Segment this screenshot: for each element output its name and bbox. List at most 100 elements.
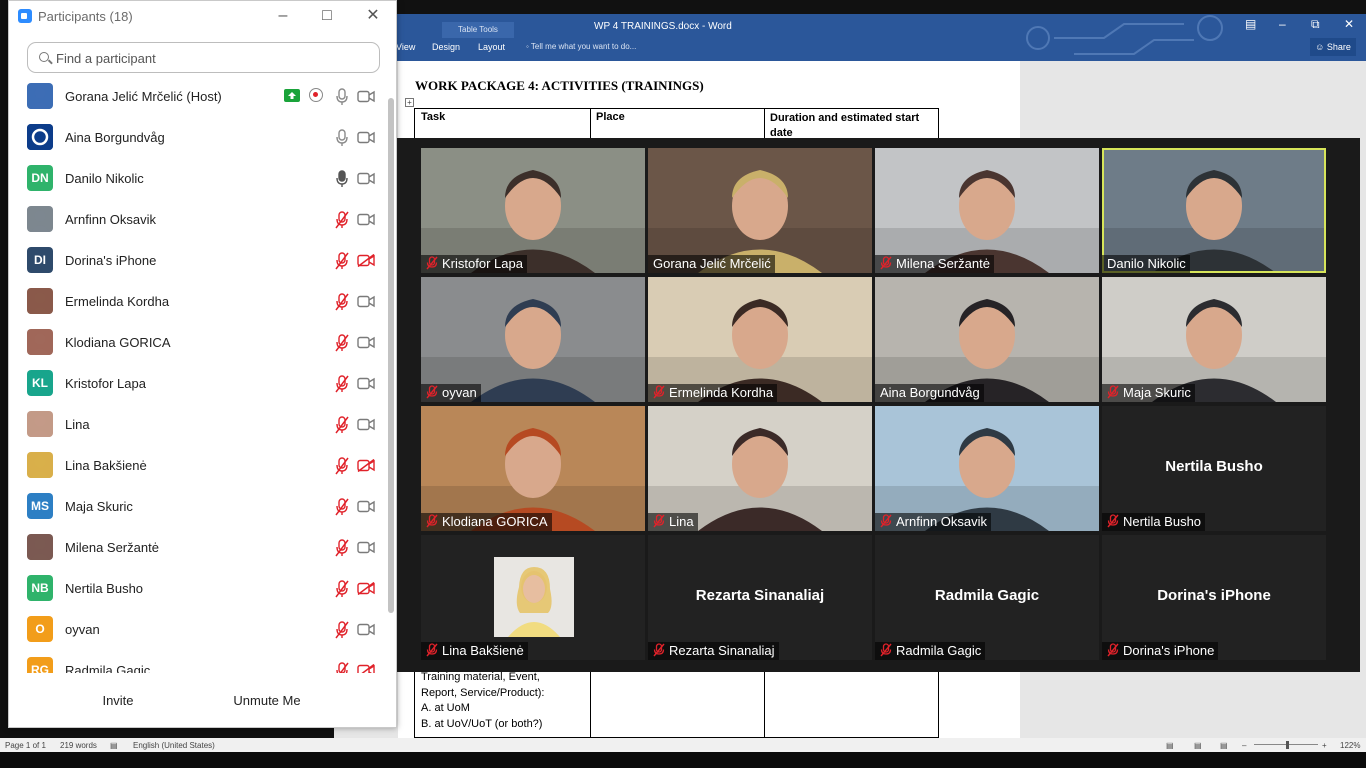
camera-off-icon[interactable] bbox=[357, 458, 375, 473]
video-tile[interactable]: Nertila Busho Nertila Busho bbox=[1102, 406, 1326, 531]
video-tile[interactable]: Danilo Nikolic bbox=[1102, 148, 1326, 273]
video-tile[interactable]: Arnfinn Oksavik bbox=[875, 406, 1099, 531]
camera-icon[interactable] bbox=[357, 131, 375, 144]
zoom-out-icon[interactable]: – bbox=[1242, 741, 1246, 750]
status-page[interactable]: Page 1 of 1 bbox=[5, 741, 46, 750]
participant-row[interactable]: DI Dorina's iPhone bbox=[9, 240, 384, 281]
screen-share-icon[interactable] bbox=[284, 89, 300, 102]
tab-view[interactable]: View bbox=[396, 42, 415, 52]
video-tile[interactable]: Aina Borgundvåg bbox=[875, 277, 1099, 402]
participant-row[interactable]: Lina bbox=[9, 404, 384, 445]
participant-row[interactable]: DN Danilo Nikolic bbox=[9, 158, 384, 199]
video-tile[interactable]: Klodiana GORICA bbox=[421, 406, 645, 531]
participant-name: Klodiana GORICA bbox=[65, 335, 171, 350]
mic-muted-icon[interactable] bbox=[335, 252, 349, 270]
camera-off-icon[interactable] bbox=[357, 253, 375, 268]
status-language[interactable]: English (United States) bbox=[133, 741, 215, 750]
video-tile[interactable]: Kristofor Lapa bbox=[421, 148, 645, 273]
mic-icon[interactable] bbox=[335, 88, 349, 106]
mic-muted-icon[interactable] bbox=[335, 662, 349, 673]
camera-off-icon[interactable] bbox=[357, 663, 375, 673]
camera-icon[interactable] bbox=[357, 295, 375, 308]
video-tile[interactable]: Lina Bakšienė bbox=[421, 535, 645, 660]
search-box[interactable] bbox=[27, 42, 380, 73]
mic-muted-icon[interactable] bbox=[335, 498, 349, 516]
participant-row[interactable]: NB Nertila Busho bbox=[9, 568, 384, 609]
video-tile[interactable]: Ermelinda Kordha bbox=[648, 277, 872, 402]
proofing-icon[interactable]: ▤ bbox=[110, 741, 118, 750]
avatar: O bbox=[27, 616, 53, 642]
video-tile[interactable]: Lina bbox=[648, 406, 872, 531]
video-tile[interactable]: Dorina's iPhone Dorina's iPhone bbox=[1102, 535, 1326, 660]
zoom-slider-thumb[interactable] bbox=[1286, 741, 1289, 749]
tile-name: Nertila Busho bbox=[1123, 514, 1202, 529]
table-move-handle-icon[interactable]: + bbox=[405, 98, 414, 107]
mic-muted-icon[interactable] bbox=[335, 211, 349, 229]
participant-row[interactable]: Ooyvan bbox=[9, 609, 384, 650]
close-icon[interactable]: ✕ bbox=[362, 6, 384, 26]
participant-row[interactable]: Ermelinda Kordha bbox=[9, 281, 384, 322]
maximize-icon[interactable]: □ bbox=[316, 6, 338, 26]
participant-row[interactable]: Milena Seržantė bbox=[9, 527, 384, 568]
camera-icon[interactable] bbox=[357, 541, 375, 554]
camera-icon[interactable] bbox=[357, 172, 375, 185]
tile-display-name: Dorina's iPhone bbox=[1157, 587, 1271, 604]
mic-muted-icon[interactable] bbox=[335, 621, 349, 639]
participant-row[interactable]: RG Radmila Gagic bbox=[9, 650, 384, 673]
video-tile[interactable]: Milena Seržantė bbox=[875, 148, 1099, 273]
camera-icon[interactable] bbox=[357, 213, 375, 226]
mic-muted-icon[interactable] bbox=[335, 580, 349, 598]
close-word-icon[interactable]: ✕ bbox=[1344, 17, 1354, 31]
status-words[interactable]: 219 words bbox=[60, 741, 97, 750]
panel-titlebar[interactable]: Participants (18) – □ ✕ bbox=[9, 1, 396, 31]
participant-row[interactable]: Lina Bakšienė bbox=[9, 445, 384, 486]
mic-icon[interactable] bbox=[335, 129, 349, 147]
mic-muted-icon bbox=[880, 256, 892, 270]
camera-icon[interactable] bbox=[357, 418, 375, 431]
video-tile[interactable]: Rezarta Sinanaliaj Rezarta Sinanaliaj bbox=[648, 535, 872, 660]
camera-icon[interactable] bbox=[357, 377, 375, 390]
camera-icon[interactable] bbox=[357, 623, 375, 636]
camera-icon[interactable] bbox=[357, 336, 375, 349]
unmute-me-button[interactable]: Unmute Me bbox=[230, 690, 304, 712]
mic-muted-icon[interactable] bbox=[335, 416, 349, 434]
zoom-in-icon[interactable]: + bbox=[1322, 741, 1327, 750]
print-layout-icon[interactable]: ▤ bbox=[1194, 741, 1202, 750]
status-zoom[interactable]: 122% bbox=[1340, 741, 1360, 750]
taskbar-strip bbox=[0, 752, 1366, 768]
video-tile[interactable]: Maja Skuric bbox=[1102, 277, 1326, 402]
video-tile[interactable]: oyvan bbox=[421, 277, 645, 402]
mic-muted-icon[interactable] bbox=[335, 539, 349, 557]
search-input[interactable] bbox=[56, 49, 366, 67]
minimize-icon[interactable]: – bbox=[272, 6, 294, 26]
invite-button[interactable]: Invite bbox=[98, 690, 138, 712]
participant-row[interactable]: MS Maja Skuric bbox=[9, 486, 384, 527]
mic-icon[interactable] bbox=[335, 170, 349, 188]
tile-name-label: Aina Borgundvåg bbox=[875, 384, 984, 402]
restore-word-icon[interactable]: ⧉ bbox=[1311, 17, 1320, 32]
tab-layout[interactable]: Layout bbox=[478, 42, 505, 52]
mic-muted-icon[interactable] bbox=[335, 457, 349, 475]
web-layout-icon[interactable]: ▤ bbox=[1220, 741, 1228, 750]
video-tile[interactable]: Gorana Jelić Mrčelić bbox=[648, 148, 872, 273]
mic-muted-icon[interactable] bbox=[335, 375, 349, 393]
participant-row[interactable]: Gorana Jelić Mrčelić (Host) bbox=[9, 76, 384, 117]
camera-icon[interactable] bbox=[357, 500, 375, 513]
read-mode-icon[interactable]: ▤ bbox=[1166, 741, 1174, 750]
tell-me-box[interactable]: ◦ Tell me what you want to do... bbox=[526, 42, 636, 51]
participant-row[interactable]: Klodiana GORICA bbox=[9, 322, 384, 363]
minimize-word-icon[interactable]: – bbox=[1279, 17, 1286, 31]
scrollbar-thumb[interactable] bbox=[388, 98, 394, 613]
video-tile[interactable]: Radmila Gagic Radmila Gagic bbox=[875, 535, 1099, 660]
ribbon-display-icon[interactable]: ▤ bbox=[1245, 17, 1256, 31]
camera-icon[interactable] bbox=[357, 90, 375, 103]
participant-row[interactable]: Arnfinn Oksavik bbox=[9, 199, 384, 240]
participant-row[interactable]: KL Kristofor Lapa bbox=[9, 363, 384, 404]
share-button[interactable]: ☺ Share bbox=[1310, 38, 1356, 56]
participant-name: oyvan bbox=[65, 622, 100, 637]
camera-off-icon[interactable] bbox=[357, 581, 375, 596]
participant-row[interactable]: Aina Borgundvåg bbox=[9, 117, 384, 158]
mic-muted-icon[interactable] bbox=[335, 334, 349, 352]
mic-muted-icon[interactable] bbox=[335, 293, 349, 311]
tab-design[interactable]: Design bbox=[432, 42, 460, 52]
